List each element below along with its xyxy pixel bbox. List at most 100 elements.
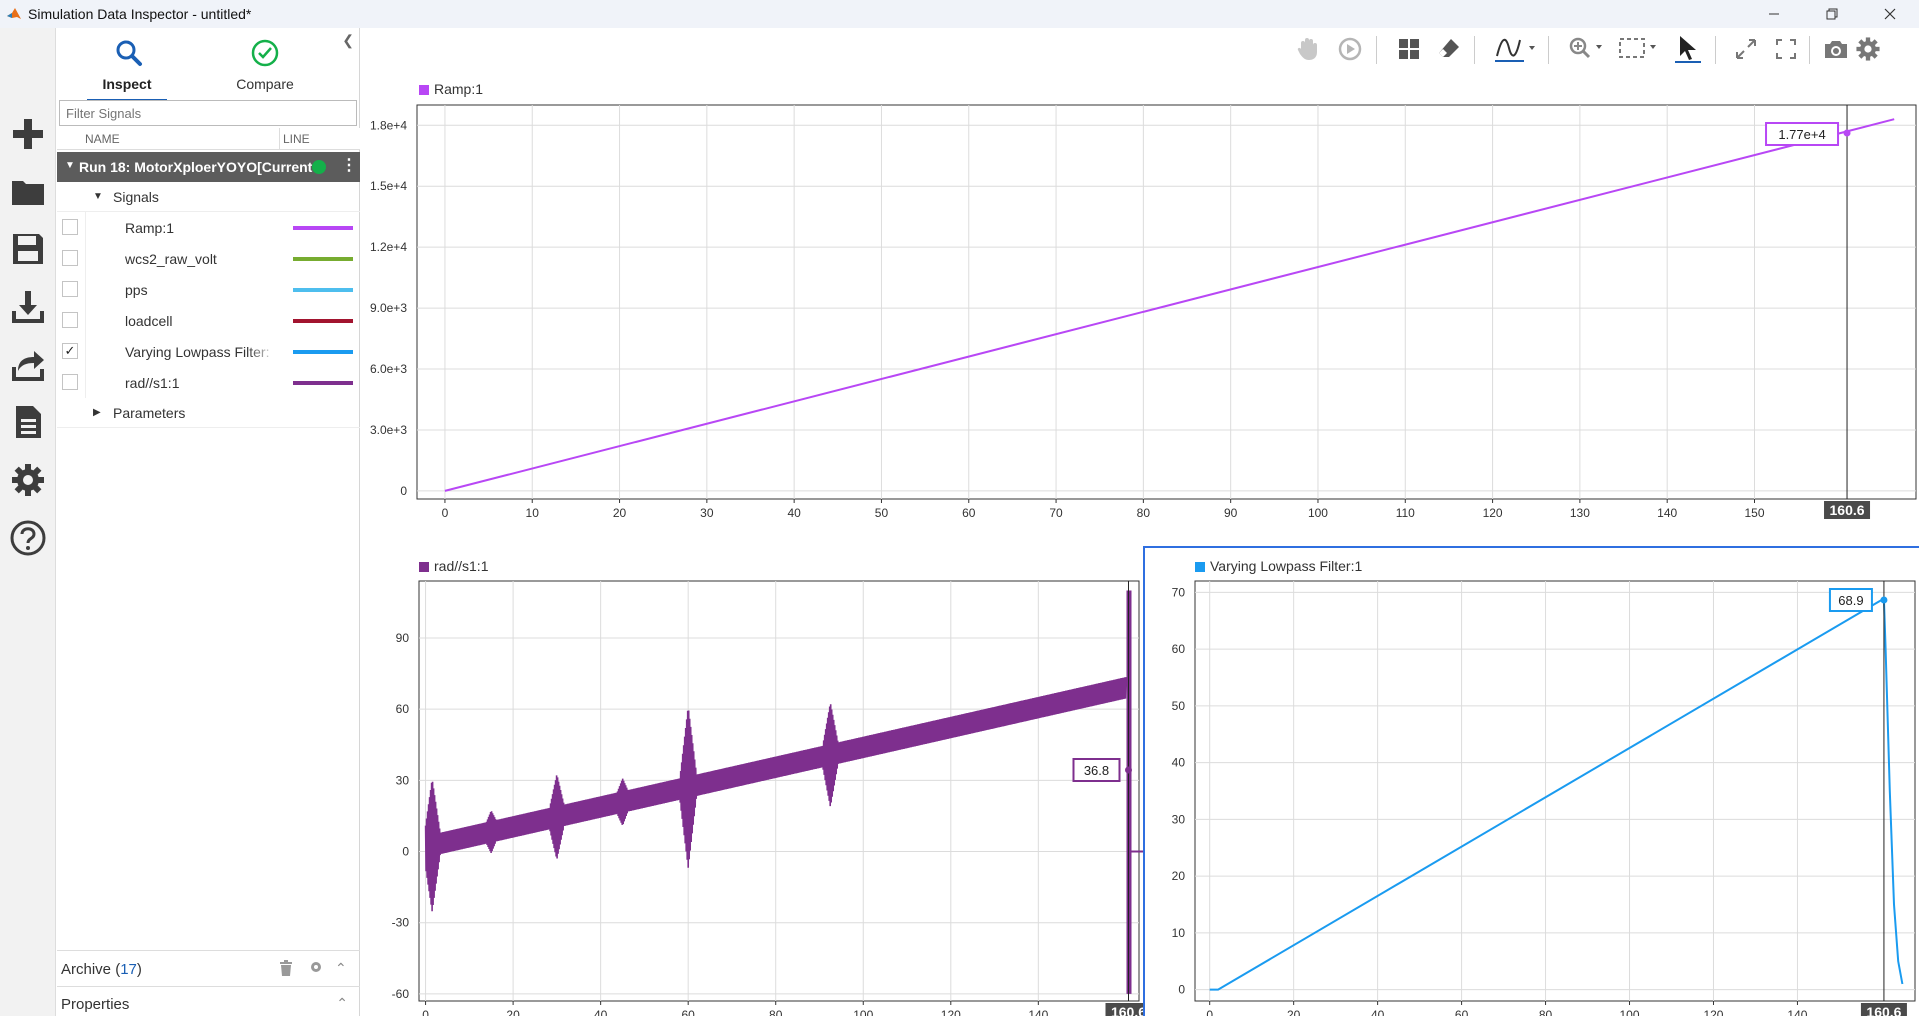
data-cursor-button[interactable]	[1673, 34, 1703, 64]
signal-line-style[interactable]	[293, 288, 353, 292]
zoom-button[interactable]	[1566, 34, 1608, 64]
expand-plot-button[interactable]	[1731, 34, 1761, 64]
y-tick-label: -30	[392, 916, 410, 930]
signal-line-style[interactable]	[293, 226, 353, 230]
close-icon	[1884, 8, 1896, 20]
signal-checkbox[interactable]	[62, 281, 78, 297]
magnifier-icon	[116, 40, 142, 66]
cursor-value-label: 36.8	[1084, 763, 1109, 778]
toolbar-separator	[1715, 36, 1716, 64]
new-session-button[interactable]	[8, 114, 48, 154]
signal-checkbox[interactable]	[62, 250, 78, 266]
expand-signals-icon[interactable]: ▼	[93, 191, 103, 202]
run-row[interactable]: ▼ Run 18: MotorXploerYOYO[Current Simuli…	[57, 152, 360, 182]
signals-group[interactable]: ▼ Signals	[57, 182, 360, 212]
signal-checkbox[interactable]: ✓	[62, 343, 78, 359]
toolbar-separator	[1376, 36, 1377, 64]
x-tick-label: 120	[1483, 506, 1503, 520]
selected-plot-frame	[1143, 546, 1919, 1016]
x-tick-label: 30	[700, 506, 714, 520]
expand-run-icon[interactable]: ▼	[65, 160, 75, 171]
open-button[interactable]	[8, 172, 48, 212]
tab-compare[interactable]: Compare	[215, 34, 315, 96]
signal-checkbox[interactable]	[62, 374, 78, 390]
fullscreen-button[interactable]	[1771, 34, 1801, 64]
y-tick-label: 1.2e+4	[370, 240, 407, 254]
signal-line-style[interactable]	[293, 381, 353, 385]
signal-checkbox[interactable]	[62, 312, 78, 328]
x-tick-label: 40	[787, 506, 801, 520]
archive-section[interactable]: Archive (17) ⌃	[57, 950, 360, 984]
cursor-x-label: 160.6	[1830, 502, 1865, 518]
report-button[interactable]	[8, 402, 48, 442]
cursor-point	[1843, 129, 1851, 137]
zoom-icon	[1569, 37, 1602, 59]
x-tick-label: 120	[941, 1008, 961, 1016]
row-divider	[85, 367, 86, 398]
save-button[interactable]	[8, 229, 48, 269]
minimize-button[interactable]	[1745, 0, 1803, 28]
pan-button[interactable]	[1293, 34, 1323, 64]
window-title: Simulation Data Inspector - untitled*	[28, 6, 252, 22]
minimize-icon	[1769, 13, 1779, 15]
signal-row[interactable]: pps	[57, 274, 360, 305]
x-tick-label: 60	[962, 506, 976, 520]
collapse-panel-icon[interactable]: ❮	[342, 32, 354, 49]
import-button[interactable]	[8, 287, 48, 327]
export-button[interactable]	[8, 345, 48, 385]
signal-row[interactable]: wcs2_raw_volt	[57, 243, 360, 274]
close-button[interactable]	[1861, 0, 1919, 28]
preferences-button[interactable]	[8, 460, 48, 500]
layout-button[interactable]	[1394, 34, 1424, 64]
help-button[interactable]	[8, 518, 48, 558]
x-tick-label: 0	[422, 1008, 429, 1016]
action-rail	[0, 28, 56, 1016]
trash-icon[interactable]	[279, 960, 293, 979]
x-tick-label: 90	[1224, 506, 1238, 520]
y-tick-label: 0	[400, 484, 407, 498]
collapse-archive-icon[interactable]: ⌃	[335, 960, 347, 977]
archive-count: 17	[120, 961, 137, 978]
plot-rad-canvas[interactable]: 0 20 40 60 80 100 120 140 -60 -30 0 30 60 90 160.6 36.8	[361, 546, 1143, 1016]
snapshot-button[interactable]	[1821, 34, 1851, 64]
filter-signals-input[interactable]	[59, 100, 357, 126]
signals-panel: Inspect Compare ❮ NAME LINE ▼ Run 18: Mo…	[57, 28, 360, 1016]
plot-rad[interactable]: rad//s1:1 0 20 40 60 80 100 120 140 -60 -30 0 30 60 9…	[361, 546, 1143, 1016]
x-tick-label: 10	[526, 506, 540, 520]
tab-inspect-label: Inspect	[102, 76, 152, 92]
x-tick-label: 50	[875, 506, 889, 520]
signal-row[interactable]: Ramp:1	[57, 212, 360, 243]
parameters-group[interactable]: ▶ Parameters	[57, 398, 360, 428]
properties-section[interactable]: Properties ⌃	[57, 986, 360, 1016]
properties-label: Properties	[61, 996, 130, 1013]
signal-row[interactable]: ✓ Varying Lowpass Filter:1	[57, 336, 360, 367]
signal-checkbox[interactable]	[62, 219, 78, 235]
replay-button[interactable]	[1335, 34, 1365, 64]
expand-parameters-icon[interactable]: ▶	[93, 407, 101, 418]
matlab-logo-icon	[7, 8, 21, 19]
row-divider	[85, 336, 86, 367]
fit-button[interactable]	[1616, 34, 1662, 64]
column-divider[interactable]	[279, 128, 280, 150]
signal-line-style[interactable]	[293, 257, 353, 261]
visualization-button[interactable]	[1492, 34, 1540, 64]
run-options-icon[interactable]: ⋮	[341, 156, 357, 176]
archive-settings-icon[interactable]	[309, 960, 323, 977]
restore-button[interactable]	[1803, 0, 1861, 28]
signal-row[interactable]: rad//s1:1	[57, 367, 360, 398]
collapse-properties-icon[interactable]: ⌃	[336, 995, 348, 1012]
signal-line-style[interactable]	[293, 350, 353, 354]
clear-button[interactable]	[1434, 34, 1464, 64]
signal-line-style[interactable]	[293, 319, 353, 323]
plot-ramp-canvas[interactable]: 0 10 20 30 40 50 60 70 80 90 100 110 120 130 140 150 0 3.…	[361, 72, 1919, 546]
signals-group-label: Signals	[113, 189, 159, 205]
cursor-x-label: 160.6	[1111, 1004, 1143, 1016]
expand-icon	[1736, 39, 1756, 59]
signal-row[interactable]: loadcell	[57, 305, 360, 336]
plot-area	[418, 580, 1140, 1002]
tab-inspect[interactable]: Inspect	[77, 34, 177, 102]
save-icon	[13, 234, 43, 264]
plot-settings-button[interactable]	[1853, 34, 1883, 64]
cursor-icon	[1675, 36, 1701, 63]
plot-ramp[interactable]: Ramp:1 0 10 20 30 40 50 60 70 80 90 100 110 120 130 14…	[361, 72, 1919, 546]
